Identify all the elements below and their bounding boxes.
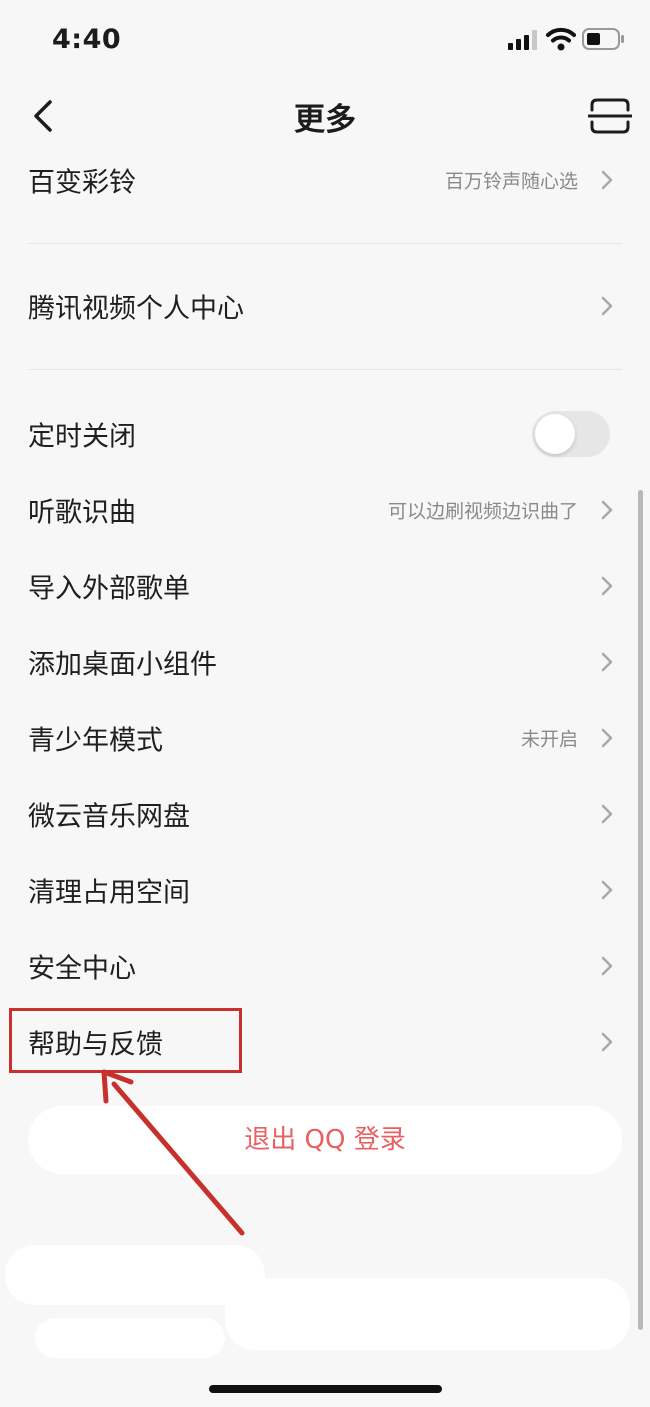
- row-subtitle: 未开启: [520, 728, 578, 751]
- chevron-right-icon: [601, 170, 613, 190]
- row-label: 添加桌面小组件: [28, 649, 217, 681]
- row-import-playlist[interactable]: 导入外部歌单: [0, 548, 650, 624]
- redaction-blot: [35, 1318, 225, 1358]
- row-tencent-video-center[interactable]: 腾讯视频个人中心: [0, 268, 650, 344]
- chevron-right-icon: [601, 956, 613, 976]
- section-divider: [28, 369, 622, 370]
- row-label: 青少年模式: [28, 725, 163, 757]
- row-security-center[interactable]: 安全中心: [0, 928, 650, 1004]
- chevron-right-icon: [601, 296, 613, 316]
- row-label: 清理占用空间: [28, 877, 190, 909]
- sleep-timer-toggle[interactable]: [532, 411, 610, 457]
- chevron-right-icon: [601, 804, 613, 824]
- row-add-widget[interactable]: 添加桌面小组件: [0, 624, 650, 700]
- row-teen-mode[interactable]: 青少年模式 未开启: [0, 700, 650, 776]
- battery-icon: [582, 28, 624, 50]
- toggle-knob: [535, 414, 575, 454]
- row-label: 定时关闭: [28, 421, 136, 453]
- home-indicator: [209, 1385, 442, 1393]
- row-subtitle: 可以边刷视频边识曲了: [387, 500, 578, 523]
- row-label: 微云音乐网盘: [28, 801, 190, 833]
- row-ringtone[interactable]: 百变彩铃 百万铃声随心选: [0, 142, 650, 218]
- chevron-right-icon: [601, 728, 613, 748]
- scrollbar[interactable]: [638, 490, 643, 1330]
- row-label: 腾讯视频个人中心: [28, 293, 244, 325]
- cellular-signal-icon: [508, 30, 537, 50]
- chevron-right-icon: [601, 576, 613, 596]
- row-label: 导入外部歌单: [28, 573, 190, 605]
- chevron-right-icon: [601, 880, 613, 900]
- row-sleep-timer: 定时关闭: [0, 396, 650, 472]
- annotation-highlight-box: [9, 1008, 242, 1073]
- wifi-icon: [546, 27, 576, 51]
- row-clear-storage[interactable]: 清理占用空间: [0, 852, 650, 928]
- nav-bar: 更多: [0, 80, 650, 150]
- section-divider: [28, 243, 622, 244]
- row-song-recognition[interactable]: 听歌识曲 可以边刷视频边识曲了: [0, 472, 650, 548]
- chevron-right-icon: [601, 1032, 613, 1052]
- redaction-blot: [5, 1245, 265, 1305]
- row-label: 百变彩铃: [28, 167, 136, 199]
- status-time: 4:40: [52, 24, 122, 55]
- chevron-right-icon: [601, 500, 613, 520]
- chevron-right-icon: [601, 652, 613, 672]
- logout-button[interactable]: 退出 QQ 登录: [28, 1106, 622, 1174]
- row-subtitle: 百万铃声随心选: [444, 170, 578, 193]
- scan-icon[interactable]: [588, 96, 632, 136]
- row-label: 安全中心: [28, 953, 136, 985]
- row-weiyun-disk[interactable]: 微云音乐网盘: [0, 776, 650, 852]
- page-title: 更多: [294, 102, 356, 138]
- row-label: 听歌识曲: [28, 497, 136, 529]
- redaction-blot: [225, 1278, 630, 1350]
- status-bar: 4:40: [0, 0, 650, 80]
